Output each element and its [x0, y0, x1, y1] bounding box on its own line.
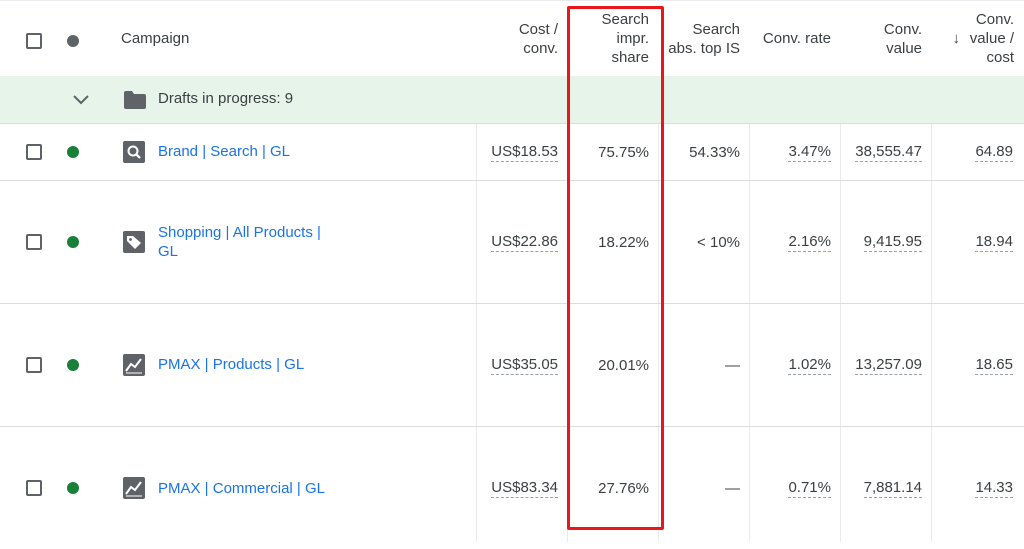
table-row: Shopping | All Products | GL US$22.86 18…	[0, 181, 1024, 304]
search-abs-top-is-cell: < 10%	[697, 233, 740, 251]
campaign-link[interactable]: PMAX | Products | GL	[158, 355, 304, 374]
column-header-search-abs-top-is[interactable]: Search abs. top IS	[658, 1, 740, 76]
conv-value-cost-cell: 64.89	[975, 142, 1013, 162]
conv-value-cost-cell: 18.94	[975, 232, 1013, 252]
row-checkbox[interactable]	[26, 144, 42, 160]
column-header-label: Conv. rate	[762, 30, 831, 47]
column-header-cost-conv[interactable]: Cost / conv.	[476, 1, 558, 76]
table-row: Brand | Search | GL US$18.53 75.75% 54.3…	[0, 124, 1024, 181]
status-filter-icon[interactable]	[67, 35, 79, 47]
table-row: PMAX | Products | GL US$35.05 20.01% — 1…	[0, 304, 1024, 427]
conv-value-cost-cell: 14.33	[975, 478, 1013, 498]
row-checkbox[interactable]	[26, 480, 42, 496]
select-all-checkbox[interactable]	[26, 33, 42, 49]
status-enabled-icon	[67, 146, 79, 158]
column-header-label: Search abs. top IS	[668, 20, 740, 57]
cost-conv-cell: US$22.86	[491, 232, 558, 252]
table-header: Campaign Cost / conv. Search impr. share…	[0, 0, 1024, 77]
folder-icon	[124, 91, 146, 109]
campaigns-table: Campaign Cost / conv. Search impr. share…	[0, 0, 1024, 542]
conv-value-cell: 7,881.14	[863, 478, 922, 498]
column-header-label: Campaign	[121, 30, 190, 47]
conv-rate-cell: 0.71%	[788, 478, 831, 498]
column-header-conv-rate[interactable]: Conv. rate	[749, 1, 831, 76]
search-abs-top-is-cell: —	[725, 479, 740, 497]
search-impr-share-cell: 20.01%	[598, 356, 649, 374]
column-header-label: Conv. value / cost	[969, 11, 1014, 66]
column-header-conv-value-cost[interactable]: ↓ Conv. value / cost	[931, 1, 1015, 76]
status-enabled-icon	[67, 482, 79, 494]
search-abs-top-is-cell: 54.33%	[689, 143, 740, 161]
campaign-link[interactable]: Shopping | All Products | GL	[158, 223, 343, 261]
tag-icon	[123, 231, 145, 253]
status-enabled-icon	[67, 359, 79, 371]
chevron-down-icon[interactable]	[72, 94, 90, 106]
conv-value-cost-cell: 18.65	[975, 355, 1013, 375]
cost-conv-cell: US$83.34	[491, 478, 558, 498]
drafts-row[interactable]: Drafts in progress: 9	[0, 76, 1024, 124]
table-row: PMAX | Commercial | GL US$83.34 27.76% —…	[0, 427, 1024, 542]
column-header-label: Search impr. share	[601, 11, 649, 66]
column-header-label: Cost / conv.	[518, 20, 558, 57]
conv-value-cell: 9,415.95	[863, 232, 922, 252]
cost-conv-cell: US$35.05	[491, 355, 558, 375]
drafts-label: Drafts in progress: 9	[158, 90, 294, 107]
search-icon	[123, 141, 145, 163]
sort-descending-icon: ↓	[952, 30, 961, 47]
cost-conv-cell: US$18.53	[491, 142, 558, 162]
campaign-link[interactable]: PMAX | Commercial | GL	[158, 479, 325, 498]
conv-rate-cell: 2.16%	[788, 232, 831, 252]
column-header-campaign[interactable]: Campaign	[121, 1, 461, 76]
column-header-conv-value[interactable]: Conv. value	[840, 1, 922, 76]
search-impr-share-cell: 27.76%	[598, 479, 649, 497]
search-impr-share-cell: 18.22%	[598, 233, 649, 251]
performance-max-icon	[123, 354, 145, 376]
column-header-label: Conv. value	[883, 20, 922, 57]
campaign-link[interactable]: Brand | Search | GL	[158, 142, 290, 161]
performance-max-icon	[123, 477, 145, 499]
search-impr-share-cell: 75.75%	[598, 143, 649, 161]
search-abs-top-is-cell: —	[725, 356, 740, 374]
conv-value-cell: 38,555.47	[855, 142, 922, 162]
row-checkbox[interactable]	[26, 234, 42, 250]
conv-rate-cell: 3.47%	[788, 142, 831, 162]
row-checkbox[interactable]	[26, 357, 42, 373]
status-enabled-icon	[67, 236, 79, 248]
column-header-search-impr-share[interactable]: Search impr. share	[567, 1, 649, 76]
conv-value-cell: 13,257.09	[855, 355, 922, 375]
conv-rate-cell: 1.02%	[788, 355, 831, 375]
